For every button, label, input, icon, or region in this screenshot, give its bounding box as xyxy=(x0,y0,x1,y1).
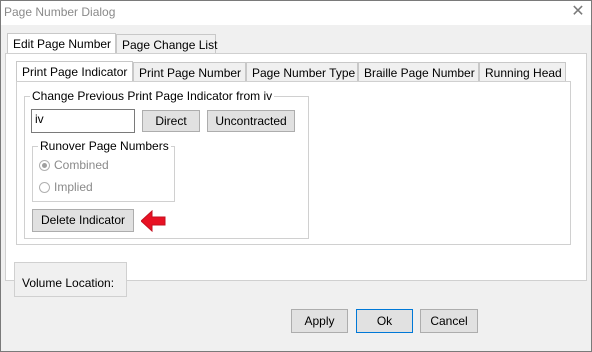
ok-button[interactable]: Ok xyxy=(356,309,413,333)
radio-unchecked-icon xyxy=(39,182,50,193)
tab-print-page-number[interactable]: Print Page Number xyxy=(133,62,246,82)
page-number-dialog: Page Number Dialog ✕ Edit Page Number Pa… xyxy=(0,0,592,352)
tab-page-change-list[interactable]: Page Change List xyxy=(116,34,218,54)
delete-indicator-button[interactable]: Delete Indicator xyxy=(32,209,134,232)
combined-label: Combined xyxy=(54,158,109,172)
tab-label: Page Number Type xyxy=(252,66,356,80)
direct-button[interactable]: Direct xyxy=(142,110,200,132)
tab-label: Running Head xyxy=(485,66,562,80)
indicator-input[interactable]: iv xyxy=(31,109,135,133)
apply-button[interactable]: Apply xyxy=(291,309,348,333)
red-arrow-icon xyxy=(141,210,166,232)
combined-radio[interactable]: Combined xyxy=(39,158,109,172)
tab-edit-page-number[interactable]: Edit Page Number xyxy=(7,33,116,55)
implied-label: Implied xyxy=(54,180,93,194)
close-icon[interactable]: ✕ xyxy=(569,3,587,21)
cancel-button[interactable]: Cancel xyxy=(420,309,478,333)
volume-location-label: Volume Location: xyxy=(22,276,115,290)
implied-radio[interactable]: Implied xyxy=(39,180,93,194)
change-indicator-legend: Change Previous Print Page Indicator fro… xyxy=(30,89,275,103)
tab-running-head[interactable]: Running Head xyxy=(479,62,566,82)
window-title: Page Number Dialog xyxy=(4,5,116,19)
tab-print-page-indicator[interactable]: Print Page Indicator xyxy=(16,61,133,82)
radio-checked-icon xyxy=(39,160,50,171)
tab-label: Print Page Indicator xyxy=(22,65,128,79)
title-bar: Page Number Dialog ✕ xyxy=(1,1,591,25)
runover-legend: Runover Page Numbers xyxy=(38,139,171,153)
tab-label: Edit Page Number xyxy=(13,37,112,51)
tab-page-number-type[interactable]: Page Number Type xyxy=(246,62,358,82)
tab-braille-page-number[interactable]: Braille Page Number xyxy=(358,62,479,82)
tab-label: Braille Page Number xyxy=(364,66,475,80)
uncontracted-button[interactable]: Uncontracted xyxy=(207,110,295,132)
tab-label: Page Change List xyxy=(122,38,218,52)
tab-label: Print Page Number xyxy=(139,66,242,80)
